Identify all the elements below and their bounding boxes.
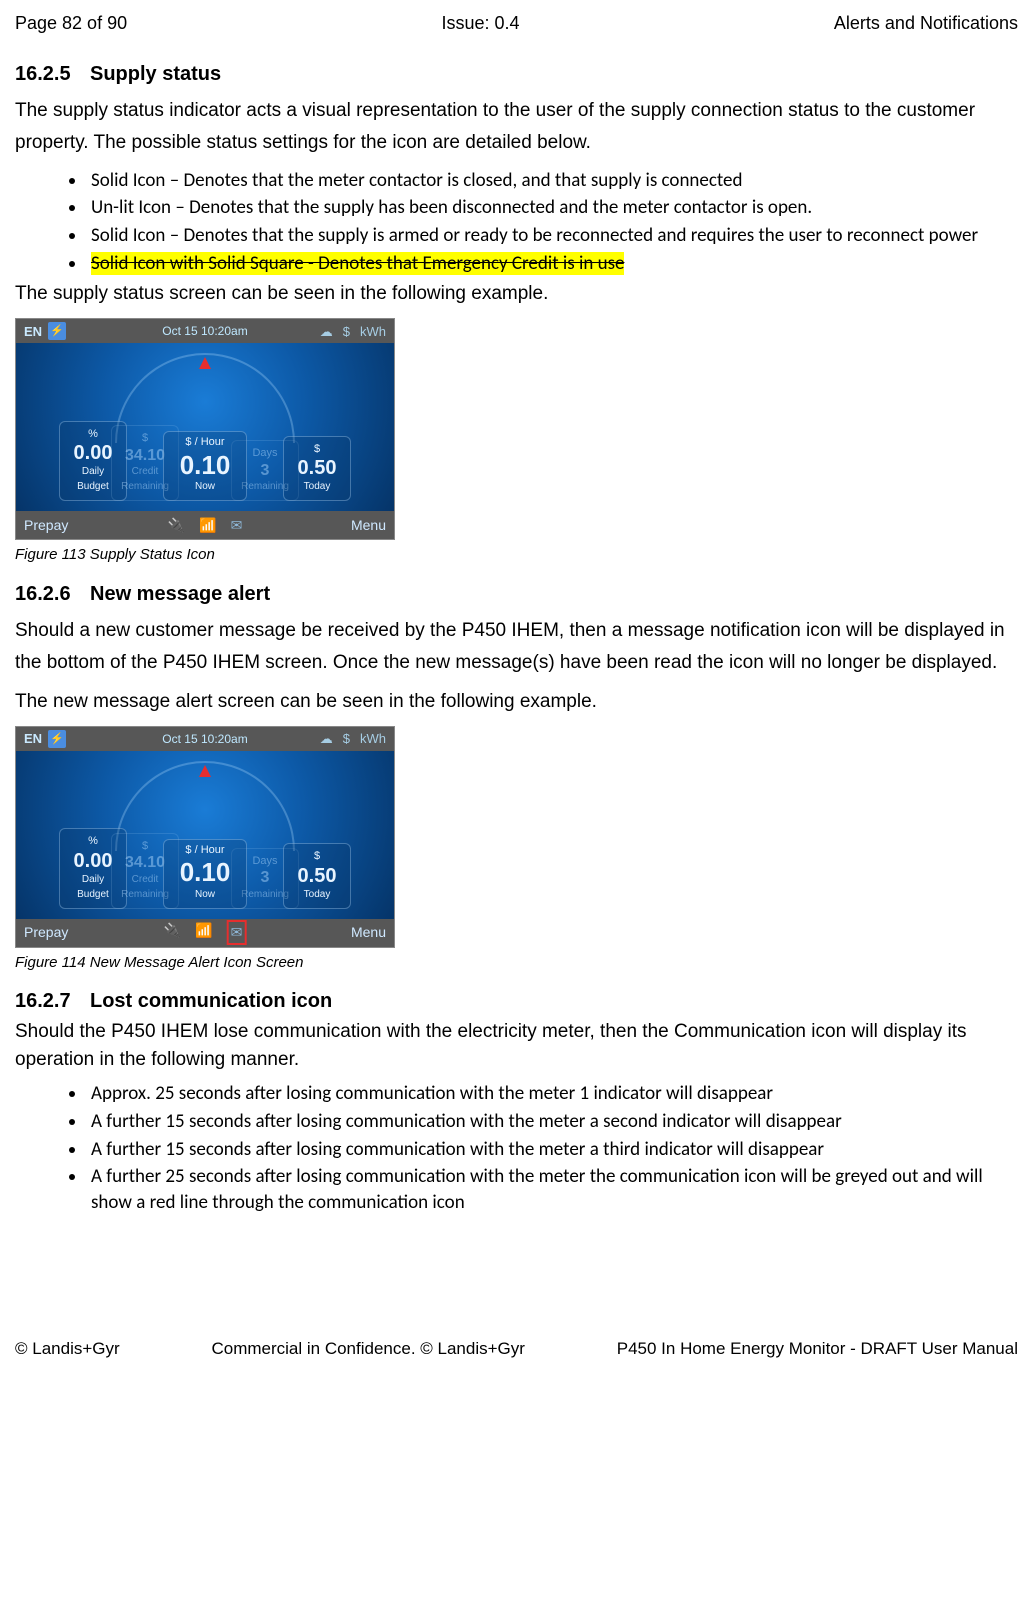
tile-today: $ 0.50 Today (283, 843, 351, 909)
heading-text: Supply status (90, 63, 221, 85)
paragraph: Should a new customer message be receive… (15, 615, 1018, 680)
figure-caption: Figure 113 Supply Status Icon (15, 544, 1018, 567)
tile-header: $ (290, 441, 344, 458)
page-header: Page 82 of 90 Issue: 0.4 Alerts and Noti… (15, 10, 1018, 37)
heading-number: 16.2.6 (15, 579, 90, 609)
heading-text: Lost communication icon (90, 990, 332, 1012)
page-number: Page 82 of 90 (15, 10, 127, 37)
device-screenshot-message: EN ⚡ Oct 15 10:20am ☁ $ kWh % 0.00 Daily… (15, 726, 395, 948)
device-topbar: EN ⚡ Oct 15 10:20am ☁ $ kWh (16, 319, 394, 343)
heading-number: 16.2.7 (15, 986, 90, 1016)
tile-today: $ 0.50 Today (283, 436, 351, 502)
mail-icon-highlighted: ✉ (227, 920, 247, 945)
tile-value: 0.10 (170, 451, 240, 480)
tile-now: $ / Hour 0.10 Now (163, 839, 247, 909)
kwh-label: kWh (360, 729, 386, 749)
device-dashboard: % 0.00 Daily Budget $ 34.10 Credit Remai… (16, 343, 394, 511)
bullet-list: Solid Icon – Denotes that the meter cont… (15, 168, 1018, 277)
issue-number: Issue: 0.4 (441, 10, 519, 37)
gauge-needle (199, 765, 211, 777)
paragraph: The new message alert screen can be seen… (15, 686, 1018, 718)
tile-value: 0.10 (170, 858, 240, 887)
page-footer: © Landis+Gyr Commercial in Confidence. ©… (15, 1336, 1018, 1362)
paragraph: The supply status screen can be seen in … (15, 278, 1018, 310)
tile-sub: Now (170, 887, 240, 902)
cloud-icon: ☁ (320, 729, 333, 749)
bolt-icon: ⚡ (48, 322, 66, 340)
heading-new-message: 16.2.6New message alert (15, 579, 1018, 609)
list-item: Solid Icon – Denotes that the supply is … (87, 223, 1018, 249)
device-topbar: EN ⚡ Oct 15 10:20am ☁ $ kWh (16, 727, 394, 751)
section-title: Alerts and Notifications (834, 10, 1018, 37)
list-item: A further 15 seconds after losing commun… (87, 1109, 1018, 1135)
plug-icon: 🔌 (168, 515, 185, 536)
wifi-icon: 📶 (199, 515, 216, 536)
dollar-icon: $ (343, 322, 350, 342)
tile-header: $ (290, 848, 344, 865)
heading-number: 16.2.5 (15, 59, 90, 89)
tile-header: $ / Hour (170, 434, 240, 451)
wifi-icon: 📶 (195, 920, 212, 945)
datetime-label: Oct 15 10:20am (162, 322, 247, 340)
heading-lost-comm: 16.2.7Lost communication icon (15, 986, 1018, 1016)
tile-value: 0.50 (290, 865, 344, 887)
gauge-needle (199, 357, 211, 369)
prepay-label: Prepay (24, 922, 68, 943)
bullet-list: Approx. 25 seconds after losing communic… (15, 1081, 1018, 1215)
mail-icon: ✉ (231, 515, 243, 536)
device-dashboard: % 0.00 Daily Budget $ 34.10 Credit Remai… (16, 751, 394, 919)
cloud-icon: ☁ (320, 322, 333, 342)
menu-label: Menu (351, 922, 386, 943)
figure-caption: Figure 114 New Message Alert Icon Screen (15, 952, 1018, 975)
highlighted-strikethrough: Solid Icon with Solid Square - Denotes t… (91, 252, 624, 275)
dollar-icon: $ (343, 729, 350, 749)
doc-title: P450 In Home Energy Monitor - DRAFT User… (617, 1336, 1018, 1362)
bolt-icon: ⚡ (48, 730, 66, 748)
paragraph: Should the P450 IHEM lose communication … (15, 1018, 1018, 1073)
list-item: Un-lit Icon – Denotes that the supply ha… (87, 195, 1018, 221)
copyright-left: © Landis+Gyr (15, 1336, 120, 1362)
device-bottombar: Prepay 🔌 📶 ✉ Menu (16, 919, 394, 947)
paragraph: The supply status indicator acts a visua… (15, 95, 1018, 160)
tile-sub: Today (290, 887, 344, 902)
heading-text: New message alert (90, 583, 270, 605)
list-item: Solid Icon – Denotes that the meter cont… (87, 168, 1018, 194)
tile-sub: Today (290, 479, 344, 494)
plug-icon: 🔌 (164, 920, 181, 945)
list-item: Solid Icon with Solid Square - Denotes t… (87, 251, 1018, 277)
device-screenshot-supply: EN ⚡ Oct 15 10:20am ☁ $ kWh % 0.00 Daily… (15, 318, 395, 540)
tile-value: 0.50 (290, 457, 344, 479)
confidentiality: Commercial in Confidence. © Landis+Gyr (211, 1336, 524, 1362)
kwh-label: kWh (360, 322, 386, 342)
tile-sub: Now (170, 479, 240, 494)
heading-supply-status: 16.2.5Supply status (15, 59, 1018, 89)
tile-header: $ / Hour (170, 842, 240, 859)
list-item: A further 25 seconds after losing commun… (87, 1164, 1018, 1215)
lang-label: EN (24, 729, 42, 749)
list-item: Approx. 25 seconds after losing communic… (87, 1081, 1018, 1107)
tile-now: $ / Hour 0.10 Now (163, 431, 247, 501)
lang-label: EN (24, 322, 42, 342)
device-bottombar: Prepay 🔌 📶 ✉ Menu (16, 511, 394, 539)
menu-label: Menu (351, 515, 386, 536)
datetime-label: Oct 15 10:20am (162, 730, 247, 748)
list-item: A further 15 seconds after losing commun… (87, 1137, 1018, 1163)
prepay-label: Prepay (24, 515, 68, 536)
